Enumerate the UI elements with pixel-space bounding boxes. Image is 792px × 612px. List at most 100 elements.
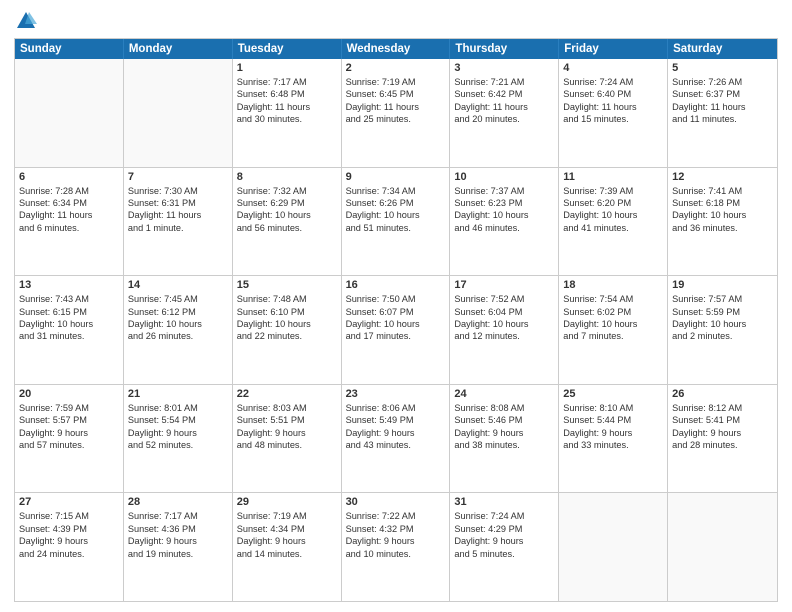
cell-info-line: Daylight: 10 hours (128, 318, 228, 330)
cell-info-line: and 10 minutes. (346, 548, 446, 560)
cell-info-line: and 41 minutes. (563, 222, 663, 234)
cal-cell: 4Sunrise: 7:24 AMSunset: 6:40 PMDaylight… (559, 59, 668, 167)
cell-info-line: Daylight: 10 hours (346, 318, 446, 330)
cell-info-line: and 26 minutes. (128, 330, 228, 342)
cell-info-line: Daylight: 9 hours (237, 427, 337, 439)
header-day-monday: Monday (124, 39, 233, 59)
cell-info-line: Sunrise: 7:39 AM (563, 185, 663, 197)
week-row-5: 27Sunrise: 7:15 AMSunset: 4:39 PMDayligh… (15, 492, 777, 601)
cell-info-line: and 17 minutes. (346, 330, 446, 342)
cell-info-line: and 19 minutes. (128, 548, 228, 560)
cell-info-line: and 46 minutes. (454, 222, 554, 234)
cell-info-line: and 33 minutes. (563, 439, 663, 451)
cell-info-line: Sunrise: 7:17 AM (128, 510, 228, 522)
cal-cell: 7Sunrise: 7:30 AMSunset: 6:31 PMDaylight… (124, 168, 233, 276)
cell-info-line: Daylight: 11 hours (346, 101, 446, 113)
cell-info-line: and 56 minutes. (237, 222, 337, 234)
cell-info-line: and 15 minutes. (563, 113, 663, 125)
cell-info-line: and 43 minutes. (346, 439, 446, 451)
cell-info-line: Daylight: 11 hours (672, 101, 773, 113)
cal-cell (124, 59, 233, 167)
day-number: 9 (346, 171, 446, 183)
cell-info-line: Sunrise: 7:15 AM (19, 510, 119, 522)
cal-cell: 9Sunrise: 7:34 AMSunset: 6:26 PMDaylight… (342, 168, 451, 276)
cell-info-line: Daylight: 9 hours (346, 427, 446, 439)
day-number: 15 (237, 279, 337, 291)
cell-info-line: Sunrise: 7:43 AM (19, 293, 119, 305)
cal-cell: 8Sunrise: 7:32 AMSunset: 6:29 PMDaylight… (233, 168, 342, 276)
cell-info-line: Daylight: 9 hours (454, 427, 554, 439)
day-number: 30 (346, 496, 446, 508)
cell-info-line: Sunset: 6:23 PM (454, 197, 554, 209)
cell-info-line: Sunset: 6:26 PM (346, 197, 446, 209)
cell-info-line: and 12 minutes. (454, 330, 554, 342)
day-number: 10 (454, 171, 554, 183)
cell-info-line: and 25 minutes. (346, 113, 446, 125)
cell-info-line: Daylight: 10 hours (346, 209, 446, 221)
cell-info-line: Daylight: 10 hours (454, 318, 554, 330)
cal-cell: 20Sunrise: 7:59 AMSunset: 5:57 PMDayligh… (15, 385, 124, 493)
cal-cell: 24Sunrise: 8:08 AMSunset: 5:46 PMDayligh… (450, 385, 559, 493)
cell-info-line: and 38 minutes. (454, 439, 554, 451)
cal-cell: 19Sunrise: 7:57 AMSunset: 5:59 PMDayligh… (668, 276, 777, 384)
cell-info-line: Sunset: 6:31 PM (128, 197, 228, 209)
header-day-sunday: Sunday (15, 39, 124, 59)
calendar: SundayMondayTuesdayWednesdayThursdayFrid… (14, 38, 778, 602)
cell-info-line: Sunrise: 7:24 AM (454, 510, 554, 522)
cell-info-line: Sunrise: 8:01 AM (128, 402, 228, 414)
cal-cell: 26Sunrise: 8:12 AMSunset: 5:41 PMDayligh… (668, 385, 777, 493)
header-day-friday: Friday (559, 39, 668, 59)
cell-info-line: and 57 minutes. (19, 439, 119, 451)
day-number: 22 (237, 388, 337, 400)
cell-info-line: Sunrise: 8:06 AM (346, 402, 446, 414)
cell-info-line: Daylight: 10 hours (454, 209, 554, 221)
cal-cell: 6Sunrise: 7:28 AMSunset: 6:34 PMDaylight… (15, 168, 124, 276)
day-number: 14 (128, 279, 228, 291)
cell-info-line: Sunrise: 7:28 AM (19, 185, 119, 197)
cell-info-line: Sunrise: 7:50 AM (346, 293, 446, 305)
cal-cell: 28Sunrise: 7:17 AMSunset: 4:36 PMDayligh… (124, 493, 233, 601)
logo-icon (15, 10, 37, 32)
cell-info-line: Sunset: 4:34 PM (237, 523, 337, 535)
calendar-body: 1Sunrise: 7:17 AMSunset: 6:48 PMDaylight… (15, 59, 777, 601)
cell-info-line: Daylight: 9 hours (19, 535, 119, 547)
cell-info-line: and 1 minute. (128, 222, 228, 234)
day-number: 16 (346, 279, 446, 291)
cal-cell: 25Sunrise: 8:10 AMSunset: 5:44 PMDayligh… (559, 385, 668, 493)
cell-info-line: Daylight: 11 hours (237, 101, 337, 113)
day-number: 6 (19, 171, 119, 183)
cell-info-line: Sunset: 5:46 PM (454, 414, 554, 426)
cell-info-line: Sunrise: 7:19 AM (237, 510, 337, 522)
cell-info-line: and 14 minutes. (237, 548, 337, 560)
day-number: 3 (454, 62, 554, 74)
cell-info-line: and 11 minutes. (672, 113, 773, 125)
cell-info-line: Sunset: 6:48 PM (237, 88, 337, 100)
cell-info-line: Daylight: 10 hours (19, 318, 119, 330)
cell-info-line: Sunrise: 8:08 AM (454, 402, 554, 414)
day-number: 12 (672, 171, 773, 183)
cell-info-line: Sunset: 5:51 PM (237, 414, 337, 426)
cal-cell: 13 Sunrise: 7:43 AMSunset: 6:15 PMDayligh… (15, 276, 124, 384)
day-number: 20 (19, 388, 119, 400)
cell-info-line: Sunset: 6:04 PM (454, 306, 554, 318)
cell-info-line: Sunrise: 7:30 AM (128, 185, 228, 197)
logo (14, 10, 37, 32)
page: SundayMondayTuesdayWednesdayThursdayFrid… (0, 0, 792, 612)
cell-info-line: Sunset: 5:49 PM (346, 414, 446, 426)
cell-info-line: and 51 minutes. (346, 222, 446, 234)
day-number: 18 (563, 279, 663, 291)
cell-info-line: Sunset: 6:37 PM (672, 88, 773, 100)
day-number: 17 (454, 279, 554, 291)
cell-info-line: Sunset: 6:40 PM (563, 88, 663, 100)
cell-info-line: Sunset: 6:02 PM (563, 306, 663, 318)
cell-info-line: Sunset: 6:42 PM (454, 88, 554, 100)
cal-cell: 10Sunrise: 7:37 AMSunset: 6:23 PMDayligh… (450, 168, 559, 276)
cell-info-line: Daylight: 9 hours (237, 535, 337, 547)
day-number: 1 (237, 62, 337, 74)
day-number: 13 (19, 279, 119, 291)
cal-cell: 2Sunrise: 7:19 AMSunset: 6:45 PMDaylight… (342, 59, 451, 167)
cell-info-line: Sunset: 6:15 PM (19, 306, 119, 318)
cell-info-line: Daylight: 9 hours (672, 427, 773, 439)
day-number: 11 (563, 171, 663, 183)
cell-info-line: Sunset: 4:29 PM (454, 523, 554, 535)
